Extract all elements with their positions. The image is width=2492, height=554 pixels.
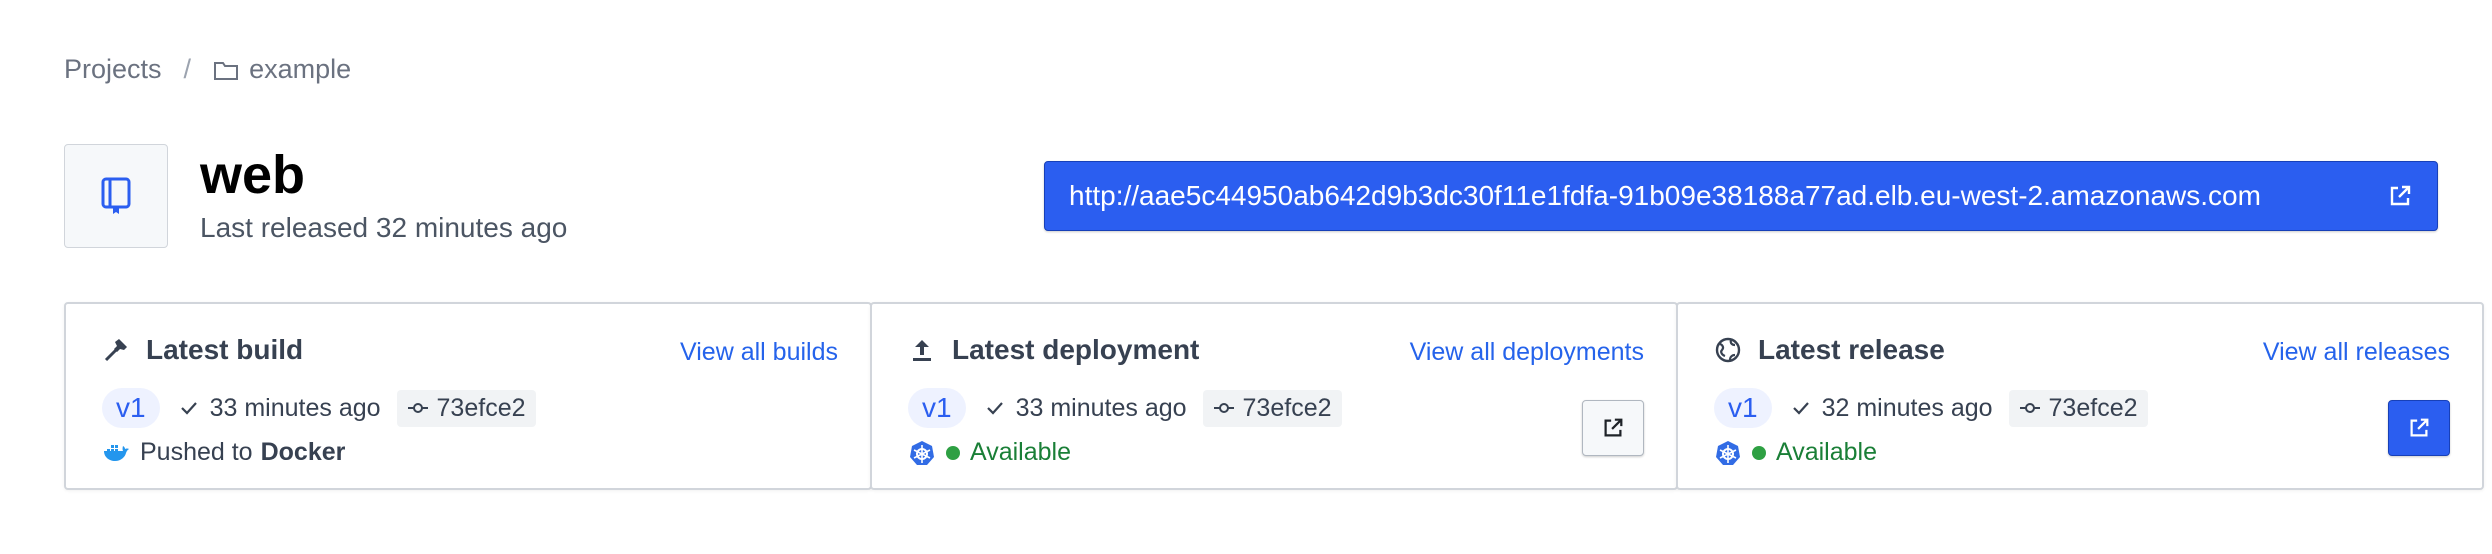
version-badge: v1	[908, 388, 966, 428]
repo-icon	[101, 177, 131, 214]
kubernetes-icon	[1714, 439, 1742, 467]
status-label: Available	[970, 438, 1072, 466]
kubernetes-icon	[908, 439, 936, 467]
breadcrumb: Projects / example	[64, 54, 351, 85]
check-icon	[178, 397, 200, 419]
app-url-label: http://aae5c44950ab642d9b3dc30f11e1fdfa-…	[1069, 180, 2261, 211]
docker-icon	[102, 439, 130, 467]
version-badge: v1	[102, 388, 160, 428]
latest-deployment-card: Latest deployment View all deployments v…	[870, 302, 1678, 490]
view-all-deployments-link[interactable]: View all deployments	[1410, 338, 1644, 367]
deployment-meta: v1 33 minutes ago 73efce2	[908, 388, 1342, 428]
commit-icon	[407, 397, 429, 419]
build-time: 33 minutes ago	[209, 393, 381, 422]
open-release-button[interactable]	[2388, 400, 2450, 456]
commit-sha: 73efce2	[1242, 393, 1332, 422]
external-link-icon	[2390, 185, 2411, 206]
app-url-button[interactable]: http://aae5c44950ab642d9b3dc30f11e1fdfa-…	[1044, 161, 2438, 231]
card-header: Latest release	[1714, 334, 1945, 366]
external-link-icon	[2410, 418, 2429, 437]
pushed-target: Docker	[260, 438, 346, 466]
folder-icon	[213, 59, 239, 81]
check-icon	[1790, 397, 1812, 419]
breadcrumb-projects-link[interactable]: Projects	[64, 54, 162, 85]
commit-badge[interactable]: 73efce2	[1202, 389, 1342, 427]
latest-release-card: Latest release View all releases v1 32 m…	[1676, 302, 2484, 490]
hammer-icon	[102, 336, 130, 364]
view-all-releases-link[interactable]: View all releases	[2263, 338, 2450, 367]
release-meta: v1 32 minutes ago 73efce2	[1714, 388, 2148, 428]
commit-icon	[2019, 397, 2041, 419]
commit-sha: 73efce2	[2048, 393, 2138, 422]
card-header: Latest build	[102, 334, 303, 366]
release-time: 32 minutes ago	[1821, 393, 1993, 422]
commit-badge[interactable]: 73efce2	[2008, 389, 2148, 427]
deployment-status: Available	[908, 438, 1071, 467]
page-title: web	[200, 145, 306, 205]
build-meta: v1 33 minutes ago 73efce2	[102, 388, 536, 428]
commit-icon	[1213, 397, 1235, 419]
card-title: Latest build	[146, 334, 304, 365]
open-deployment-button[interactable]	[1582, 400, 1644, 456]
version-badge: v1	[1714, 388, 1772, 428]
view-all-builds-link[interactable]: View all builds	[680, 338, 838, 367]
check-icon	[984, 397, 1006, 419]
card-title: Latest release	[1758, 334, 1945, 365]
latest-build-card: Latest build View all builds v1 33 minut…	[64, 302, 872, 490]
status-label: Available	[1776, 438, 1878, 466]
commit-badge[interactable]: 73efce2	[396, 389, 536, 427]
upload-icon	[908, 336, 936, 364]
status-dot	[946, 445, 960, 460]
page: Projects / example web Last released 32 …	[0, 0, 2492, 554]
breadcrumb-current[interactable]: example	[249, 54, 351, 85]
card-header: Latest deployment	[908, 334, 1199, 366]
external-link-icon	[1604, 418, 1623, 437]
breadcrumb-separator: /	[183, 54, 192, 84]
app-icon	[64, 144, 168, 248]
card-title: Latest deployment	[952, 334, 1200, 365]
commit-sha: 73efce2	[436, 393, 526, 422]
pushed-label: Pushed to	[140, 438, 253, 466]
deployment-time: 33 minutes ago	[1015, 393, 1187, 422]
last-released-text: Last released 32 minutes ago	[200, 212, 568, 243]
build-status: Pushed to Docker	[102, 438, 345, 467]
release-status: Available	[1714, 438, 1877, 467]
status-dot	[1752, 445, 1766, 460]
globe-icon	[1714, 336, 1742, 364]
